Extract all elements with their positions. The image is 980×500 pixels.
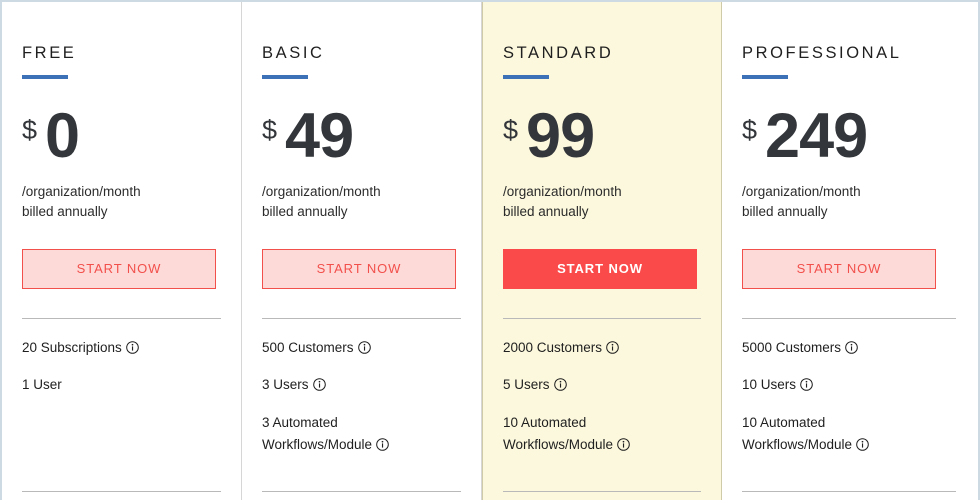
plan-column-standard: STANDARD $ 99 /organization/month billed… <box>482 2 722 500</box>
billing-cycle: billed annually <box>22 203 108 219</box>
bottom-divider <box>22 491 221 492</box>
price-amount: 49 <box>285 100 354 171</box>
plan-accent-bar <box>22 74 68 79</box>
feature-label: 5000 Customers <box>742 340 842 355</box>
billing-period: /organization/month <box>503 183 622 199</box>
feature-label: 10 Automated Workflows/Module <box>742 414 853 452</box>
list-item: 1 User <box>22 374 207 396</box>
list-item: 5000 Customers <box>742 337 927 359</box>
start-now-button[interactable]: START NOW <box>262 249 456 289</box>
plan-name: STANDARD <box>503 44 614 62</box>
plan-accent-bar <box>503 74 549 79</box>
feature-label: 20 Subscriptions <box>22 340 122 355</box>
feature-label: 5 Users <box>503 377 550 393</box>
plan-name: BASIC <box>262 44 325 62</box>
list-item: 5 Users <box>503 374 688 396</box>
feature-label: 3 Users <box>262 377 309 393</box>
list-item: 10 Automated Workflows/Module <box>503 412 688 457</box>
plan-name: FREE <box>22 44 77 62</box>
billing-info: /organization/month billed annually <box>503 182 701 223</box>
bottom-divider <box>262 491 461 492</box>
plan-column-professional: PROFESSIONAL $ 249 /organization/month b… <box>722 2 976 500</box>
start-now-button[interactable]: START NOW <box>503 249 697 289</box>
billing-info: /organization/month billed annually <box>262 182 461 223</box>
info-icon[interactable] <box>800 378 813 392</box>
billing-cycle: billed annually <box>503 203 589 219</box>
info-icon[interactable] <box>312 378 326 392</box>
billing-period: /organization/month <box>742 183 861 199</box>
start-now-button[interactable]: START NOW <box>742 249 936 289</box>
info-icon[interactable] <box>553 378 567 392</box>
billing-info: /organization/month billed annually <box>742 182 956 223</box>
plan-name: PROFESSIONAL <box>742 44 902 62</box>
list-item: 3 Automated Workflows/Module <box>262 412 447 457</box>
list-item: 500 Customers <box>262 337 447 359</box>
plan-column-free: FREE $ 0 /organization/month billed annu… <box>2 2 242 500</box>
list-item: 10 Users <box>742 374 927 396</box>
list-item: 20 Subscriptions <box>22 337 207 359</box>
feature-list: 20 Subscriptions 1 User <box>22 319 221 397</box>
info-icon[interactable] <box>845 341 858 354</box>
currency-symbol: $ <box>22 114 38 145</box>
billing-cycle: billed annually <box>742 203 828 219</box>
bottom-divider <box>503 491 701 492</box>
billing-period: /organization/month <box>262 183 381 199</box>
info-icon[interactable] <box>376 437 389 451</box>
info-icon[interactable] <box>126 341 139 354</box>
feature-label: 10 Users <box>742 377 797 393</box>
feature-label: 10 Automated Workflows/Module <box>503 414 614 452</box>
billing-period: /organization/month <box>22 183 141 199</box>
billing-info: /organization/month billed annually <box>22 182 221 223</box>
info-icon[interactable] <box>856 437 869 451</box>
bottom-divider <box>742 491 956 492</box>
plan-price: $ 49 <box>262 100 461 171</box>
feature-label: 1 User <box>22 377 62 393</box>
billing-cycle: billed annually <box>262 203 348 219</box>
info-icon[interactable] <box>617 437 630 451</box>
plan-price: $ 0 <box>22 100 221 171</box>
start-now-button[interactable]: START NOW <box>22 249 216 289</box>
currency-symbol: $ <box>503 114 519 145</box>
currency-symbol: $ <box>742 114 758 145</box>
list-item: 10 Automated Workflows/Module <box>742 412 927 457</box>
feature-label: 2000 Customers <box>503 340 603 355</box>
feature-list: 5000 Customers 10 Users 10 Automated Wor… <box>742 319 956 456</box>
plan-price: $ 99 <box>503 100 701 171</box>
price-amount: 249 <box>765 100 868 171</box>
info-icon[interactable] <box>606 341 619 354</box>
price-amount: 0 <box>45 100 80 171</box>
list-item: 2000 Customers <box>503 337 688 359</box>
plan-column-basic: BASIC $ 49 /organization/month billed an… <box>242 2 482 500</box>
feature-list: 2000 Customers 5 Users 10 Automated Work… <box>503 319 701 456</box>
feature-label: 500 Customers <box>262 340 354 355</box>
feature-list: 500 Customers 3 Users 3 Automated Workfl… <box>262 319 461 456</box>
list-item: 3 Users <box>262 374 447 396</box>
currency-symbol: $ <box>262 114 278 145</box>
feature-label: 3 Automated Workflows/Module <box>262 414 373 452</box>
info-icon[interactable] <box>357 341 371 354</box>
price-amount: 99 <box>526 100 595 171</box>
pricing-table: FREE $ 0 /organization/month billed annu… <box>0 0 980 500</box>
plan-price: $ 249 <box>742 100 956 171</box>
plan-accent-bar <box>742 74 788 79</box>
plan-accent-bar <box>262 74 308 79</box>
